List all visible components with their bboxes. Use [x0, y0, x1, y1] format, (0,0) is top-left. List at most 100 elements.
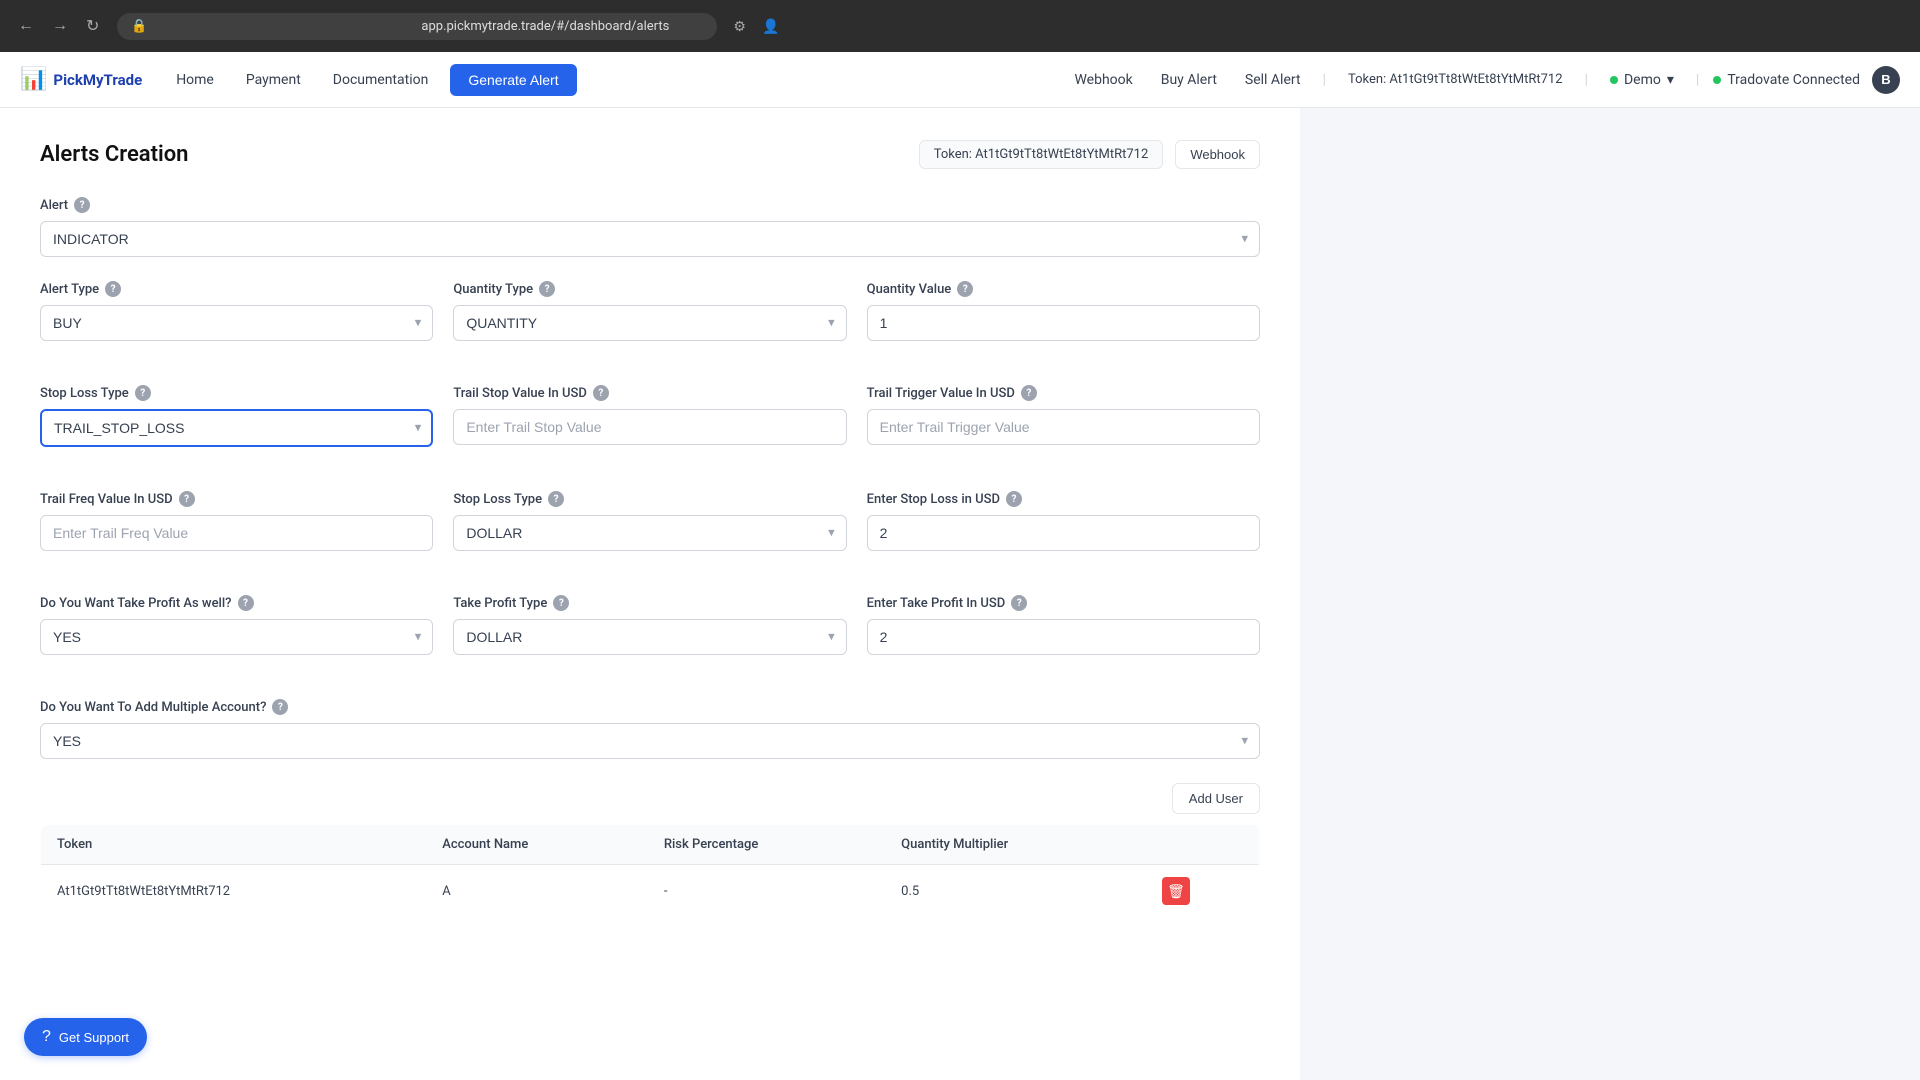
multiple-account-info-icon[interactable]: ? [272, 699, 288, 715]
take-profit-type-info-icon[interactable]: ? [553, 595, 569, 611]
enter-stop-loss-section: Enter Stop Loss in USD ? [867, 491, 1260, 551]
webhook-button[interactable]: Webhook [1175, 140, 1260, 169]
quantity-type-wrapper: QUANTITY [453, 305, 846, 341]
separator2: | [1585, 72, 1588, 88]
take-profit-type-wrapper: DOLLAR [453, 619, 846, 655]
demo-chevron-icon: ▾ [1667, 72, 1674, 88]
header-right: Webhook Buy Alert Sell Alert | Token: At… [1066, 66, 1900, 94]
logo-area: 📊 PickMyTrade [20, 67, 142, 92]
alert-info-icon[interactable]: ? [74, 197, 90, 213]
forward-button[interactable]: → [46, 12, 74, 40]
token-display: Token: At1tGt9tTt8tWtEt8tYtMtRt712 [919, 140, 1164, 169]
header-webhook-link[interactable]: Webhook [1066, 68, 1140, 92]
table-section: Add User Token Account Name Risk Percent… [40, 783, 1260, 918]
stop-loss-type-info-icon[interactable]: ? [135, 385, 151, 401]
nav-documentation[interactable]: Documentation [319, 66, 443, 94]
trail-freq-info-icon[interactable]: ? [179, 491, 195, 507]
take-profit-question-label: Do You Want Take Profit As well? ? [40, 595, 433, 611]
trail-trigger-label: Trail Trigger Value In USD ? [867, 385, 1260, 401]
logo-text: PickMyTrade [53, 71, 142, 89]
url-text: app.pickmytrade.trade/#/dashboard/alerts [421, 19, 703, 34]
browser-actions: ⚙ 👤 [729, 14, 783, 39]
alert-type-info-icon[interactable]: ? [105, 281, 121, 297]
take-profit-type-section: Take Profit Type ? DOLLAR [453, 595, 846, 655]
quantity-type-info-icon[interactable]: ? [539, 281, 555, 297]
alert-type-section: Alert Type ? BUY [40, 281, 433, 341]
refresh-button[interactable]: ↻ [80, 12, 105, 40]
demo-status-dot [1610, 76, 1618, 84]
support-icon: ? [42, 1028, 51, 1046]
header-token: Token: At1tGt9tTt8tWtEt8tYtMtRt712 [1340, 68, 1571, 91]
stop-loss-type2-wrapper: DOLLAR [453, 515, 846, 551]
quantity-type-select[interactable]: QUANTITY [453, 305, 846, 341]
alert-select-wrapper: INDICATOR [40, 221, 1260, 257]
trail-freq-input[interactable] [40, 515, 433, 551]
generate-alert-button[interactable]: Generate Alert [450, 64, 576, 96]
user-avatar-button[interactable]: B [1872, 66, 1900, 94]
multiple-account-wrapper: YES [40, 723, 1260, 759]
col-risk-percentage: Risk Percentage [648, 825, 885, 865]
trail-trigger-input[interactable] [867, 409, 1260, 445]
enter-take-profit-info-icon[interactable]: ? [1011, 595, 1027, 611]
header-buy-alert-link[interactable]: Buy Alert [1153, 68, 1225, 92]
take-profit-type-select[interactable]: DOLLAR [453, 619, 846, 655]
delete-row-button[interactable]: 🗑 [1162, 877, 1190, 905]
nav-links: Home Payment Documentation Generate Aler… [162, 64, 576, 96]
quantity-value-input[interactable] [867, 305, 1260, 341]
quantity-value-label: Quantity Value ? [867, 281, 1260, 297]
support-label: Get Support [59, 1030, 129, 1045]
take-profit-question-select[interactable]: YES [40, 619, 433, 655]
trail-stop-value-input[interactable] [453, 409, 846, 445]
row-token: At1tGt9tTt8tWtEt8tYtMtRt712 [41, 865, 427, 918]
page-title-row: Alerts Creation Token: At1tGt9tTt8tWtEt8… [40, 140, 1260, 169]
stop-loss-type2-select[interactable]: DOLLAR [453, 515, 846, 551]
stop-loss-type-label: Stop Loss Type ? [40, 385, 433, 401]
enter-stop-loss-input[interactable] [867, 515, 1260, 551]
alert-select[interactable]: INDICATOR [40, 221, 1260, 257]
quantity-type-label: Quantity Type ? [453, 281, 846, 297]
header-sell-alert-link[interactable]: Sell Alert [1237, 68, 1309, 92]
row-quantity-multiplier: 0.5 [885, 865, 1146, 918]
add-user-button[interactable]: Add User [1172, 783, 1260, 814]
alert-type-select[interactable]: BUY [40, 305, 433, 341]
take-profit-question-section: Do You Want Take Profit As well? ? YES [40, 595, 433, 655]
address-bar[interactable]: 🔒 app.pickmytrade.trade/#/dashboard/aler… [117, 13, 717, 40]
logo-icon: 📊 [20, 67, 47, 92]
get-support-button[interactable]: ? Get Support [24, 1018, 147, 1056]
separator3: | [1696, 72, 1699, 88]
stop-loss-type2-info-icon[interactable]: ? [548, 491, 564, 507]
page-title: Alerts Creation [40, 142, 188, 167]
separator: | [1323, 72, 1326, 88]
enter-take-profit-section: Enter Take Profit In USD ? [867, 595, 1260, 655]
multiple-account-select[interactable]: YES [40, 723, 1260, 759]
nav-home[interactable]: Home [162, 66, 228, 94]
trail-trigger-info-icon[interactable]: ? [1021, 385, 1037, 401]
back-button[interactable]: ← [12, 12, 40, 40]
alert-label: Alert ? [40, 197, 1260, 213]
table-header-row-tr: Token Account Name Risk Percentage Quant… [41, 825, 1260, 865]
table-head: Token Account Name Risk Percentage Quant… [41, 825, 1260, 865]
nav-payment[interactable]: Payment [232, 66, 315, 94]
alert-section: Alert ? INDICATOR [40, 197, 1260, 257]
row-actions: 🗑 [1146, 865, 1260, 918]
trail-stop-value-info-icon[interactable]: ? [593, 385, 609, 401]
profile-button[interactable]: 👤 [758, 14, 783, 39]
row-risk-percentage: - [648, 865, 885, 918]
demo-selector[interactable]: Demo ▾ [1602, 68, 1682, 92]
row-trail-freq-stop: Trail Freq Value In USD ? Stop Loss Type… [40, 491, 1260, 575]
app-header: 📊 PickMyTrade Home Payment Documentation… [0, 52, 1920, 108]
extensions-button[interactable]: ⚙ [729, 14, 750, 39]
stop-loss-type-wrapper: TRAIL_STOP_LOSS [40, 409, 433, 447]
take-profit-question-info-icon[interactable]: ? [238, 595, 254, 611]
stop-loss-type-select[interactable]: TRAIL_STOP_LOSS [40, 409, 433, 447]
quantity-value-info-icon[interactable]: ? [957, 281, 973, 297]
trail-freq-section: Trail Freq Value In USD ? [40, 491, 433, 551]
enter-take-profit-input[interactable] [867, 619, 1260, 655]
stop-loss-type2-label: Stop Loss Type ? [453, 491, 846, 507]
col-account-name: Account Name [426, 825, 648, 865]
take-profit-type-label: Take Profit Type ? [453, 595, 846, 611]
row-alert-type-qty: Alert Type ? BUY Quantity Type ? QUANTIT… [40, 281, 1260, 365]
trail-freq-label: Trail Freq Value In USD ? [40, 491, 433, 507]
enter-stop-loss-info-icon[interactable]: ? [1006, 491, 1022, 507]
main-content: Alerts Creation Token: At1tGt9tTt8tWtEt8… [0, 108, 1300, 1080]
